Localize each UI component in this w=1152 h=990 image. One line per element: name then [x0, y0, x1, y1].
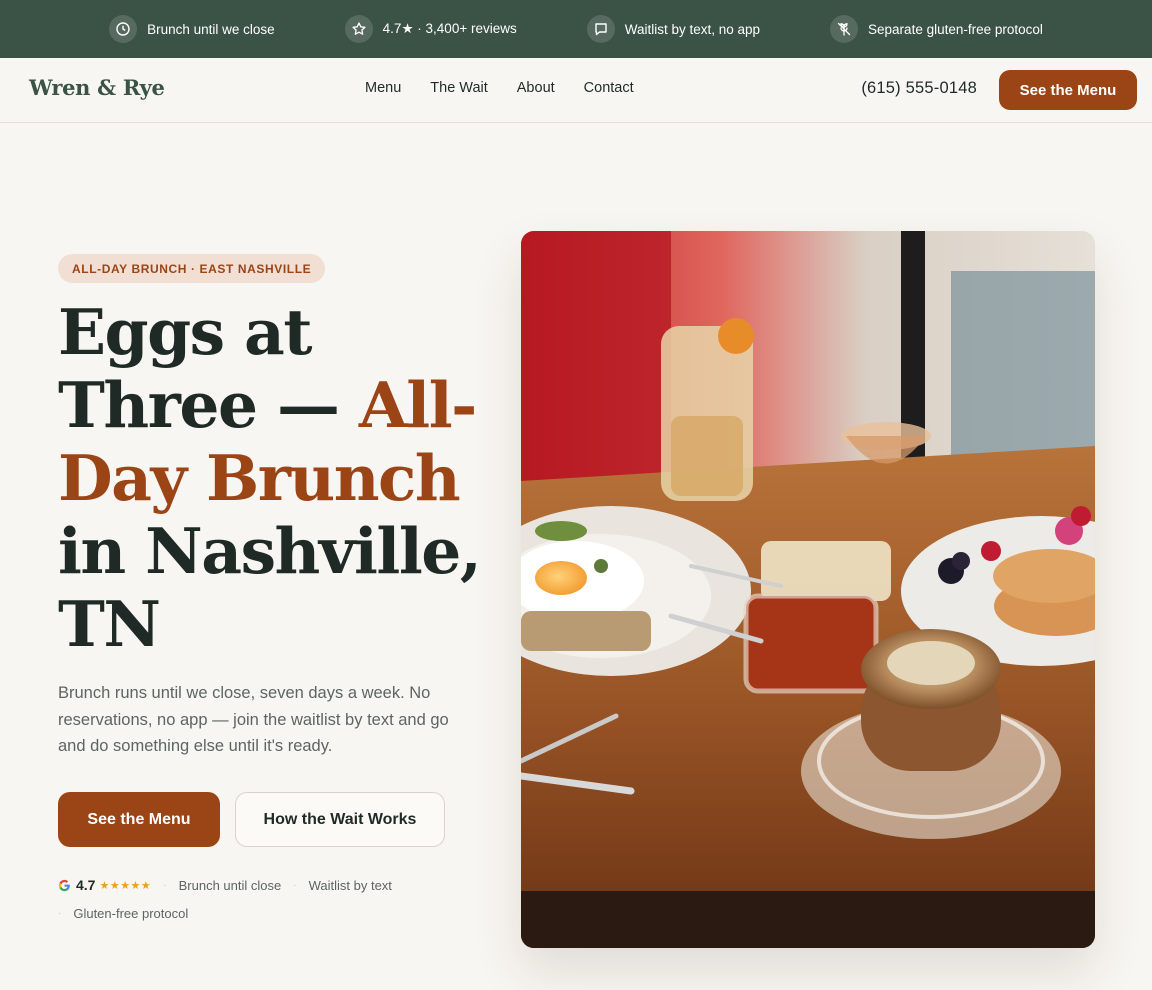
hero-headline: Eggs at Three — All-Day Brunch in Nashvi…	[58, 296, 498, 661]
separator-dot: ·	[163, 879, 167, 891]
trust-gluten-free: Gluten-free protocol	[73, 906, 189, 921]
message-icon	[586, 15, 615, 43]
announcement-waitlist-text: Waitlist by text, no app	[624, 21, 761, 37]
announcement-hours: Brunch until we close	[109, 15, 275, 43]
star-icon	[344, 15, 373, 43]
main-nav: Menu The Wait About Contact	[365, 80, 634, 96]
hero-brunch-photo	[521, 231, 1095, 948]
headline-part-2: in Nashville, TN	[58, 514, 482, 661]
see-menu-button[interactable]: See the Menu	[58, 792, 220, 847]
google-icon	[58, 879, 70, 891]
announcement-reviews-text: 4.7★ · 3,400+ reviews	[382, 21, 517, 36]
wheat-off-icon	[830, 15, 859, 43]
site-header: Wren & Rye Menu The Wait About Contact (…	[0, 58, 1152, 123]
separator-dot: ·	[293, 879, 297, 891]
logo[interactable]: Wren & Rye	[29, 75, 165, 100]
hero-subhead: Brunch runs until we close, seven days a…	[58, 684, 449, 755]
nav-about[interactable]: About	[517, 80, 555, 96]
trust-brunch-until-close: Brunch until close	[178, 877, 282, 893]
separator-dot: ·	[58, 908, 62, 919]
announcement-waitlist: Waitlist by text, no app	[586, 15, 761, 43]
nav-the-wait[interactable]: The Wait	[430, 80, 487, 96]
announcement-bar: Brunch until we close 4.7★ · 3,400+ revi…	[0, 0, 1152, 58]
nav-contact[interactable]: Contact	[584, 80, 634, 96]
trust-signals: 4.7 ★★★★★ · Brunch until close · Waitlis…	[58, 877, 392, 893]
how-wait-works-button[interactable]: How the Wait Works	[235, 792, 445, 847]
rating-stars: ★★★★★	[99, 879, 152, 892]
announcement-gluten-free-text: Separate gluten-free protocol	[868, 21, 1043, 37]
trust-waitlist-by-text: Waitlist by text	[308, 877, 392, 893]
nav-menu[interactable]: Menu	[365, 80, 401, 96]
headline-part-1: Eggs at Three —	[58, 295, 359, 442]
hero-eyebrow: ALL-DAY BRUNCH · EAST NASHVILLE	[58, 254, 326, 283]
trust-signals-row-2: · Gluten-free protocol	[58, 906, 188, 921]
clock-icon	[109, 15, 138, 43]
announcement-reviews: 4.7★ · 3,400+ reviews	[344, 15, 517, 43]
header-see-menu-button[interactable]: See the Menu	[999, 70, 1137, 110]
announcement-gluten-free: Separate gluten-free protocol	[830, 15, 1043, 43]
rating-value: 4.7	[76, 877, 96, 893]
phone-link[interactable]: (615) 555-0148	[861, 79, 977, 98]
announcement-hours-text: Brunch until we close	[147, 21, 275, 37]
